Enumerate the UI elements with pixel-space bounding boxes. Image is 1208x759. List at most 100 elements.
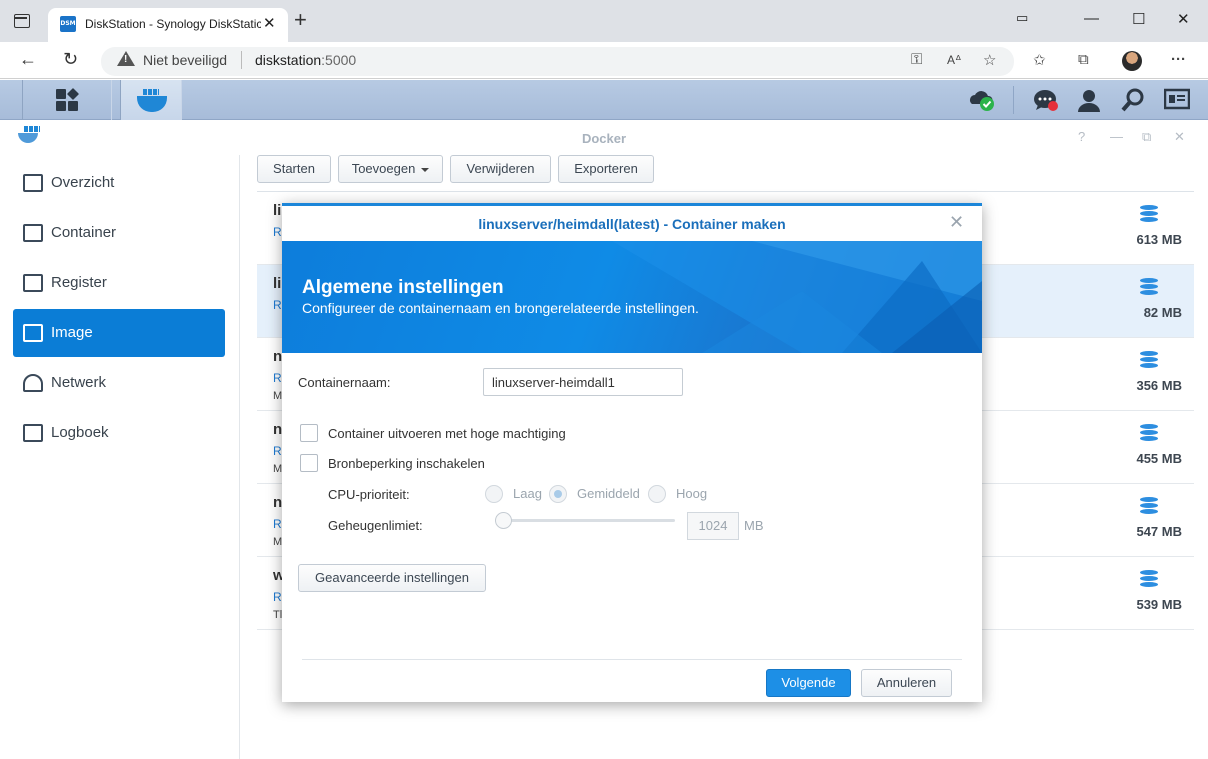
memory-value-input[interactable]: 1024 xyxy=(687,512,739,540)
widgets-icon[interactable] xyxy=(1163,88,1191,113)
registry-icon xyxy=(23,274,43,292)
warning-icon[interactable] xyxy=(117,51,135,66)
app-restore-icon[interactable]: ⧉ xyxy=(1142,129,1151,145)
search-icon[interactable] xyxy=(1121,88,1145,115)
cpu-high-radio[interactable] xyxy=(648,485,666,503)
sidebar-item-label: Image xyxy=(51,324,93,341)
tab-close-icon[interactable]: ✕ xyxy=(263,14,276,32)
user-icon[interactable] xyxy=(1077,88,1101,115)
cpu-low-radio[interactable] xyxy=(485,485,503,503)
cpu-priority-label: CPU-prioriteit: xyxy=(328,487,410,502)
database-icon xyxy=(1140,351,1158,369)
back-icon[interactable]: ← xyxy=(19,49,37,70)
image-size: 82 MB xyxy=(1143,305,1182,320)
next-button[interactable]: Volgende xyxy=(766,669,851,697)
cancel-button[interactable]: Annuleren xyxy=(861,669,952,697)
start-button[interactable]: Starten xyxy=(257,155,331,183)
cpu-medium-radio[interactable] xyxy=(549,485,567,503)
url-port: :5000 xyxy=(321,52,357,68)
image-description: Tl xyxy=(273,609,283,621)
sidebar-item-image[interactable]: Image xyxy=(13,309,225,357)
new-tab-icon[interactable]: + xyxy=(294,7,307,33)
sidebar-item-label: Logboek xyxy=(51,424,109,441)
database-icon xyxy=(1140,205,1158,223)
more-menu-icon[interactable]: ··· xyxy=(1171,51,1186,68)
main-menu-button[interactable] xyxy=(22,80,112,120)
app-close-icon[interactable]: ✕ xyxy=(1174,129,1185,145)
address-bar[interactable] xyxy=(101,47,1014,76)
memory-slider-handle[interactable] xyxy=(495,512,512,529)
image-name: n xyxy=(273,348,283,365)
cpu-medium-label: Gemiddeld xyxy=(577,486,640,501)
image-size: 455 MB xyxy=(1136,451,1182,466)
add-dropdown-button[interactable]: Toevoegen xyxy=(338,155,443,183)
dialog-close-icon[interactable]: ✕ xyxy=(949,212,964,233)
image-repo: R xyxy=(273,517,282,531)
database-icon xyxy=(1140,497,1158,515)
profile-avatar[interactable] xyxy=(1122,51,1142,71)
docker-taskbar-button[interactable] xyxy=(120,80,182,120)
sidebar-item-label: Netwerk xyxy=(51,374,107,391)
tray-separator xyxy=(1013,86,1014,114)
close-window-icon[interactable]: ✕ xyxy=(1177,10,1190,28)
notifications-icon[interactable] xyxy=(1033,88,1059,115)
image-name: n xyxy=(273,494,283,511)
memory-unit: MB xyxy=(744,518,764,533)
sidebar: Overzicht Container Register Image Netwe… xyxy=(0,155,240,759)
image-repo: R xyxy=(273,444,282,458)
minimize-icon[interactable]: — xyxy=(1084,10,1099,27)
reload-icon[interactable]: ↻ xyxy=(63,49,78,70)
image-size: 613 MB xyxy=(1136,232,1182,247)
database-icon xyxy=(1140,570,1158,588)
browser-tab[interactable]: DSM DiskStation - Synology DiskStatic ✕ xyxy=(48,8,288,42)
container-name-input[interactable] xyxy=(483,368,683,396)
remove-button[interactable]: Verwijderen xyxy=(450,155,551,183)
dialog-banner: Algemene instellingen Configureer de con… xyxy=(282,241,982,353)
banner-subtitle: Configureer de containernaam en brongere… xyxy=(302,300,699,316)
database-icon xyxy=(1140,424,1158,442)
sidebar-item-label: Register xyxy=(51,274,107,291)
url-host: diskstation xyxy=(255,52,322,68)
sidebar-item-network[interactable]: Netwerk xyxy=(13,359,225,407)
network-icon xyxy=(23,374,43,392)
advanced-settings-button[interactable]: Geavanceerde instellingen xyxy=(298,564,486,592)
app-title: Docker xyxy=(581,131,627,146)
image-repo: R xyxy=(273,298,282,312)
sidebar-item-registry[interactable]: Register xyxy=(13,259,225,307)
favorites-icon[interactable]: ✩ xyxy=(1033,51,1046,69)
create-container-dialog: linuxserver/heimdall(latest) - Container… xyxy=(282,203,982,702)
sidebar-item-label: Container xyxy=(51,224,117,241)
collections-icon[interactable]: ⧉ xyxy=(1078,51,1089,68)
add-favorite-icon[interactable]: ☆ xyxy=(983,51,996,69)
sidebar-item-log[interactable]: Logboek xyxy=(13,409,225,457)
address-separator xyxy=(241,51,242,69)
browser-titlebar: DSM DiskStation - Synology DiskStatic ✕ … xyxy=(0,0,1208,42)
sidebar-item-overview[interactable]: Overzicht xyxy=(13,159,225,207)
overview-icon xyxy=(23,174,43,192)
sidebar-item-container[interactable]: Container xyxy=(13,209,225,257)
banner-title: Algemene instellingen xyxy=(302,277,504,298)
main-menu-icon xyxy=(56,87,80,111)
dsm-favicon-icon: DSM xyxy=(60,16,76,32)
privileged-checkbox[interactable] xyxy=(300,424,318,442)
tab-actions-icon[interactable] xyxy=(14,14,30,28)
export-button[interactable]: Exporteren xyxy=(558,155,654,183)
image-name: n xyxy=(273,421,283,438)
dialog-title: linuxserver/heimdall(latest) - Container… xyxy=(478,216,786,232)
container-icon xyxy=(23,224,43,242)
cloud-sync-icon[interactable] xyxy=(968,88,996,115)
image-repo: R xyxy=(273,225,282,239)
image-name: li xyxy=(273,202,282,219)
reading-mode-icon[interactable]: ▭ xyxy=(1016,10,1028,26)
key-icon[interactable]: ⚿ xyxy=(911,51,922,68)
resource-limit-checkbox[interactable] xyxy=(300,454,318,472)
image-description: M xyxy=(273,390,283,402)
maximize-icon[interactable]: ☐ xyxy=(1132,10,1145,28)
url-text[interactable]: diskstation:5000 xyxy=(255,52,356,68)
memory-slider-track[interactable] xyxy=(495,519,675,522)
security-label[interactable]: Niet beveiligd xyxy=(143,52,227,68)
help-icon[interactable]: ? xyxy=(1078,129,1085,144)
app-minimize-icon[interactable]: — xyxy=(1110,129,1123,144)
image-repo: R xyxy=(273,371,282,385)
read-aloud-icon[interactable]: Aᐞ xyxy=(947,53,962,67)
